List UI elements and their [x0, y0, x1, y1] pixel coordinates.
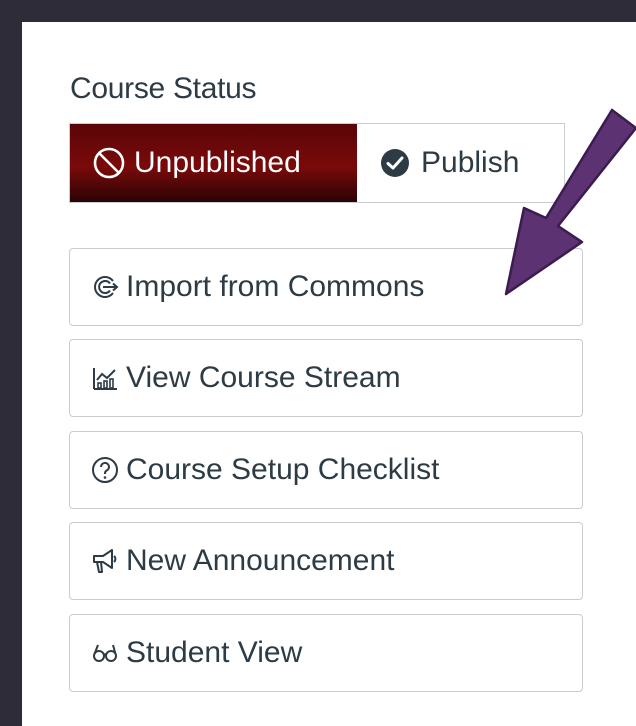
unpublished-button[interactable]: Unpublished: [70, 124, 357, 202]
course-setup-checklist-button[interactable]: Course Setup Checklist: [69, 431, 583, 509]
view-course-stream-label: View Course Stream: [126, 361, 401, 394]
publish-label: Publish: [421, 146, 520, 179]
question-icon: [90, 455, 120, 485]
publish-button[interactable]: Publish: [357, 124, 564, 202]
check-circle-icon: [381, 149, 409, 177]
course-sidebar: Course Status Unpublished Publish Import…: [22, 22, 636, 726]
new-announcement-button[interactable]: New Announcement: [69, 522, 583, 600]
course-setup-checklist-label: Course Setup Checklist: [126, 453, 440, 486]
import-from-commons-button[interactable]: Import from Commons: [69, 248, 583, 326]
unpublished-label: Unpublished: [134, 146, 301, 179]
publish-toggle: Unpublished Publish: [69, 123, 565, 203]
student-view-button[interactable]: Student View: [69, 614, 583, 692]
view-course-stream-button[interactable]: View Course Stream: [69, 339, 583, 417]
new-announcement-label: New Announcement: [126, 544, 395, 577]
prohibited-icon: [93, 147, 125, 179]
megaphone-icon: [90, 546, 120, 576]
window-frame-left: [0, 0, 22, 726]
commons-icon: [90, 272, 120, 302]
import-from-commons-label: Import from Commons: [126, 270, 425, 303]
window-frame-top: [0, 0, 636, 22]
stream-icon: [90, 363, 120, 393]
student-view-label: Student View: [126, 636, 303, 669]
course-status-heading: Course Status: [70, 72, 257, 105]
glasses-icon: [90, 638, 120, 668]
